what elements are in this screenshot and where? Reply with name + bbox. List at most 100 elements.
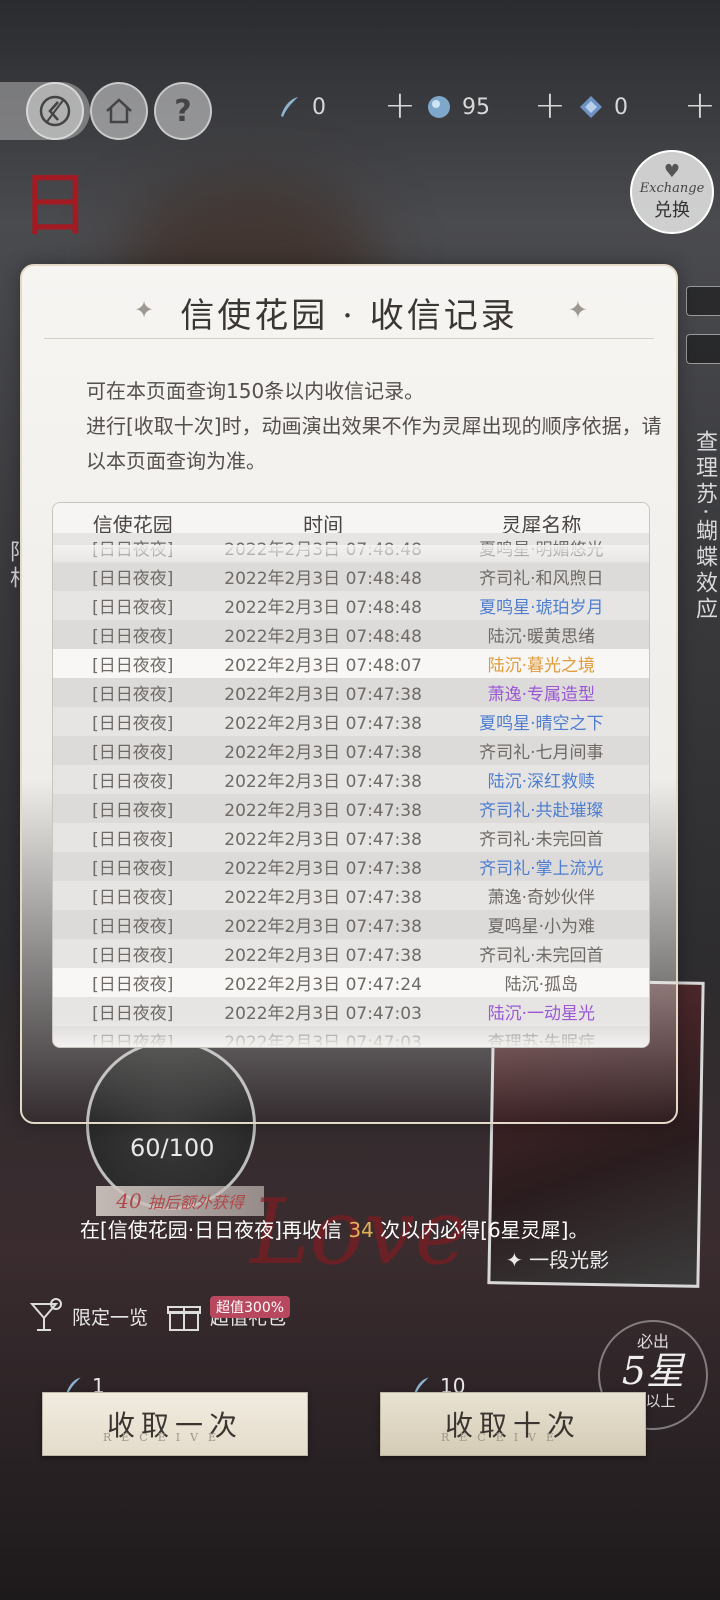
add-orb-button[interactable]: + xyxy=(534,86,566,124)
quill-icon xyxy=(281,97,298,117)
row-garden: [日日夜夜] xyxy=(92,627,174,647)
exchange-button[interactable]: ♥ Exchange 兑换 xyxy=(630,150,714,234)
row-time: 2022年2月3日 07:47:38 xyxy=(224,714,422,734)
row-time: 2022年2月3日 07:48:48 xyxy=(224,540,422,560)
pity-ribbon-text: 抽后额外获得 xyxy=(147,1193,244,1212)
row-garden: [日日夜夜] xyxy=(92,975,174,995)
exchange-en-label: Exchange xyxy=(639,180,705,196)
row-time: 2022年2月3日 07:47:24 xyxy=(224,975,422,995)
background-glyph: 日 xyxy=(20,164,90,246)
row-time: 2022年2月3日 07:48:07 xyxy=(224,656,422,676)
table-row: [日日夜夜] 2022年2月3日 07:47:38 齐司礼·未完回首 xyxy=(53,823,649,852)
row-garden: [日日夜夜] xyxy=(92,830,174,850)
row-card-name: 齐司礼·和风煦日 xyxy=(479,569,604,589)
row-garden: [日日夜夜] xyxy=(92,946,174,966)
exchange-label: 兑换 xyxy=(654,199,690,221)
help-icon: ? xyxy=(174,93,192,129)
table-row: [日日夜夜] 2022年2月3日 07:47:38 齐司礼·共赴璀璨 xyxy=(53,794,649,823)
table-row: [日日夜夜] 2022年2月3日 07:47:03 陆沉·一动星光 xyxy=(53,997,649,1026)
row-card-name: 查理苏·失眠症 xyxy=(487,1033,596,1048)
table-body[interactable]: [日日夜夜] 2022年2月3日 07:48:48 夏鸣星·明媚悠光 [日日夜夜] 20… xyxy=(53,533,649,1048)
row-garden: [日日夜夜] xyxy=(92,598,174,618)
row-card-name: 齐司礼·七月间事 xyxy=(479,743,604,763)
gift-pack-badge: 超值300% xyxy=(210,1296,291,1318)
cocktail-icon xyxy=(29,1298,62,1331)
row-card-name: 齐司礼·未完回首 xyxy=(479,830,604,850)
receive-ten-sub: RECEIVE xyxy=(441,1431,565,1444)
limited-overview-button[interactable]: 限定一览 xyxy=(26,1296,148,1336)
row-card-name: 齐司礼·共赴璀璨 xyxy=(479,801,604,821)
row-garden: [日日夜夜] xyxy=(92,1033,174,1048)
receive-once-button[interactable]: 收取一次 RECEIVE xyxy=(42,1392,308,1456)
table-row: [日日夜夜] 2022年2月3日 07:47:38 齐司礼·七月间事 xyxy=(53,736,649,765)
table-row: [日日夜夜] 2022年2月3日 07:47:38 萧逸·专属造型 xyxy=(53,678,649,707)
side-tab[interactable] xyxy=(686,286,720,316)
row-garden: [日日夜夜] xyxy=(92,917,174,937)
row-garden: [日日夜夜] xyxy=(92,859,174,879)
row-card-name: 萧逸·专属造型 xyxy=(487,685,596,705)
row-card-name: 陆沉·孤岛 xyxy=(504,975,579,995)
row-card-name: 夏鸣星·晴空之下 xyxy=(479,714,604,734)
pity-notice-post: 次以内必得[6星灵犀]。 xyxy=(373,1218,589,1242)
table-row: [日日夜夜] 2022年2月3日 07:48:48 夏鸣星·明媚悠光 xyxy=(53,533,649,562)
side-right-text: 查理苏·蝴蝶效应 xyxy=(692,430,717,623)
table-row: [日日夜夜] 2022年2月3日 07:47:03 查理苏·失眠症 xyxy=(53,1026,649,1048)
record-modal: ✦ 信使花园 · 收信记录 ✦ 可在本页面查询150条以内收信记录。 进行[收取… xyxy=(20,264,678,1124)
row-time: 2022年2月3日 07:47:38 xyxy=(224,888,422,908)
title-star-right: ✦ xyxy=(567,296,588,324)
table-row: [日日夜夜] 2022年2月3日 07:48:48 夏鸣星·琥珀岁月 xyxy=(53,591,649,620)
row-garden: [日日夜夜] xyxy=(92,888,174,908)
row-card-name: 陆沉·暖黄思绪 xyxy=(487,627,596,647)
pity-ribbon-number: 40 xyxy=(116,1189,142,1213)
limited-overview-label: 限定一览 xyxy=(72,1306,149,1329)
table-row: [日日夜夜] 2022年2月3日 07:48:48 陆沉·暖黄思绪 xyxy=(53,620,649,649)
row-card-name: 夏鸣星·琥珀岁月 xyxy=(479,598,604,618)
description-line-2: 进行[收取十次]时，动画演出效果不作为灵犀出现的顺序依据，请以本页面查询为准。 xyxy=(86,414,662,473)
pity-notice-pre: 在[信使花园·日日夜夜]再收信 xyxy=(80,1218,349,1242)
back-button[interactable] xyxy=(26,82,84,140)
side-tab[interactable] xyxy=(686,334,720,364)
table-row: [日日夜夜] 2022年2月3日 07:47:38 夏鸣星·小为难 xyxy=(53,910,649,939)
row-time: 2022年2月3日 07:47:03 xyxy=(224,1033,422,1048)
resource-quill: 0 xyxy=(276,94,326,120)
heart-icon: ♥ xyxy=(663,160,681,182)
table-row: [日日夜夜] 2022年2月3日 07:47:38 陆沉·深红救赎 xyxy=(53,765,649,794)
table-row: [日日夜夜] 2022年2月3日 07:47:38 萧逸·奇妙伙伴 xyxy=(53,881,649,910)
row-garden: [日日夜夜] xyxy=(92,540,174,560)
row-garden: [日日夜夜] xyxy=(92,714,174,734)
row-card-name: 陆沉·一动星光 xyxy=(487,1004,596,1024)
resource-orb-value: 95 xyxy=(462,94,490,120)
table-row: [日日夜夜] 2022年2月3日 07:47:38 夏鸣星·晴空之下 xyxy=(53,707,649,736)
add-diamond-button[interactable]: + xyxy=(684,86,716,124)
row-garden: [日日夜夜] xyxy=(92,801,174,821)
row-time: 2022年2月3日 07:47:38 xyxy=(224,801,422,821)
row-garden: [日日夜夜] xyxy=(92,569,174,589)
row-time: 2022年2月3日 07:47:38 xyxy=(224,772,422,792)
row-card-name: 陆沉·暮光之境 xyxy=(487,656,596,676)
row-card-name: 齐司礼·未完回首 xyxy=(479,946,604,966)
receive-ten-button[interactable]: 收取十次 RECEIVE xyxy=(380,1392,646,1456)
row-time: 2022年2月3日 07:47:03 xyxy=(224,1004,422,1024)
record-table[interactable]: 信使花园 时间 灵犀名称 [日日夜夜] 2022年2月3日 07:48:48 夏鸣星… xyxy=(52,502,650,1048)
row-time: 2022年2月3日 07:47:38 xyxy=(224,685,422,705)
table-row: [日日夜夜] 2022年2月3日 07:47:38 齐司礼·掌上流光 xyxy=(53,852,649,881)
row-time: 2022年2月3日 07:47:38 xyxy=(224,946,422,966)
row-garden: [日日夜夜] xyxy=(92,1004,174,1024)
orb-icon xyxy=(428,96,450,118)
guarantee-rarity: 5星 xyxy=(621,1349,685,1393)
diamond-icon xyxy=(580,96,602,118)
pity-notice: 在[信使花园·日日夜夜]再收信 34 次以内必得[6星灵犀]。 xyxy=(80,1214,588,1243)
description-line-1: 可在本页面查询150条以内收信记录。 xyxy=(86,379,425,403)
add-quill-button[interactable]: + xyxy=(384,86,416,124)
resource-orb: 95 xyxy=(426,94,490,120)
receive-once-sub: RECEIVE xyxy=(103,1431,227,1444)
pity-notice-number: 34 xyxy=(348,1218,374,1242)
resource-diamond: 0 xyxy=(578,94,628,120)
pity-count: 60/100 xyxy=(130,1134,215,1162)
resource-diamond-value: 0 xyxy=(614,94,628,120)
home-button[interactable] xyxy=(90,82,148,140)
help-button[interactable]: ? xyxy=(154,82,212,140)
row-garden: [日日夜夜] xyxy=(92,656,174,676)
row-time: 2022年2月3日 07:47:38 xyxy=(224,917,422,937)
row-card-name: 萧逸·奇妙伙伴 xyxy=(487,888,596,908)
